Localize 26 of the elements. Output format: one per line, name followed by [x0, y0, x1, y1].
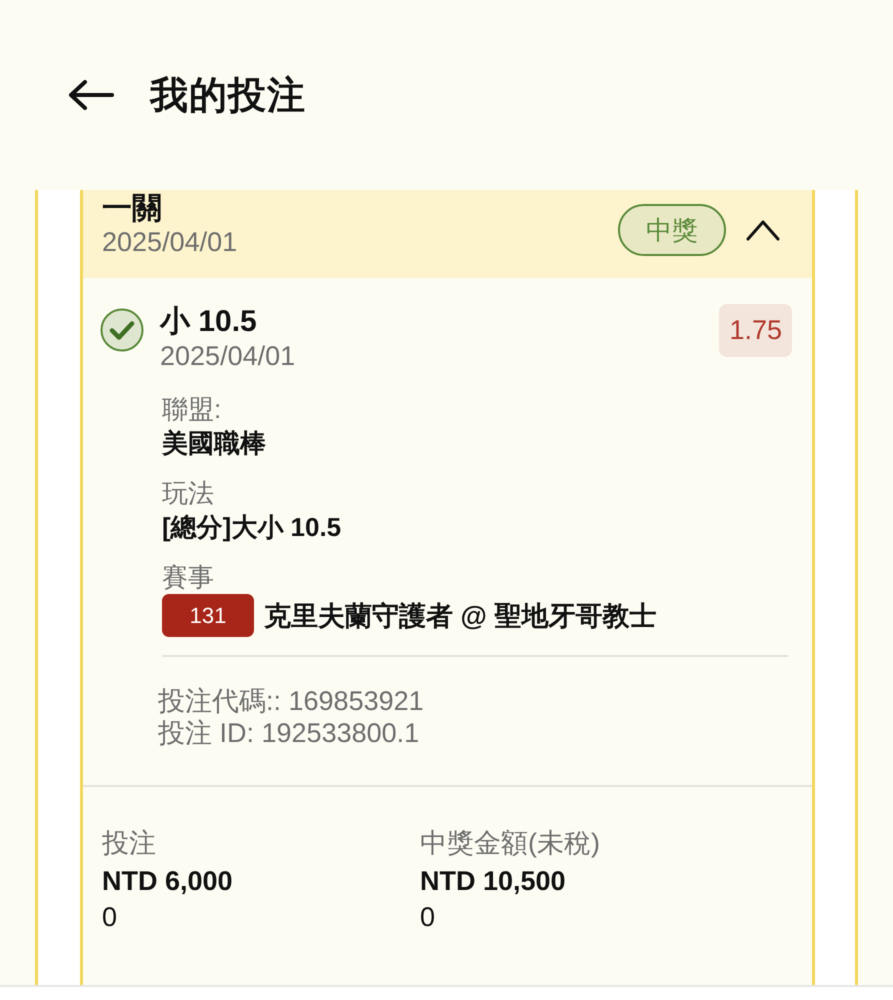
- game-number-tag: 131: [162, 594, 254, 637]
- detail-value: [總分]大小 10.5: [162, 511, 342, 544]
- detail-value: 克里夫蘭守護者 @ 聖地牙哥教士: [264, 600, 656, 632]
- detail-label: 聯盟:: [162, 393, 222, 426]
- summary-amount: NTD 10,500: [420, 865, 567, 898]
- bet-code: 投注代碼:: 169853921: [158, 685, 425, 717]
- bet-date: 2025/04/01: [102, 226, 238, 258]
- selection-name: 小 10.5: [160, 304, 258, 340]
- bet-card-header[interactable]: 一關 2025/04/01 中獎: [83, 190, 812, 278]
- odds-badge: 1.75: [719, 304, 792, 357]
- summary-amount: NTD 6,000: [102, 865, 234, 898]
- summary-value: 0: [102, 901, 118, 934]
- detail-label: 玩法: [162, 477, 215, 510]
- detail-label: 賽事: [162, 561, 215, 594]
- page-title: 我的投注: [150, 74, 306, 118]
- summary-label: 投注: [102, 827, 157, 860]
- summary-value: 0: [420, 901, 436, 934]
- selection-date: 2025/04/01: [160, 340, 296, 372]
- bet-type: 一關: [102, 192, 163, 226]
- bet-code: 投注 ID: 192533800.1: [158, 717, 420, 749]
- detail-value: 美國職棒: [162, 427, 267, 460]
- back-arrow-icon: [68, 80, 114, 110]
- status-badge: 中獎: [618, 204, 726, 256]
- summary-label: 中獎金額(未稅): [420, 827, 601, 860]
- collapse-button[interactable]: [746, 219, 780, 241]
- chevron-up-icon: [746, 219, 780, 241]
